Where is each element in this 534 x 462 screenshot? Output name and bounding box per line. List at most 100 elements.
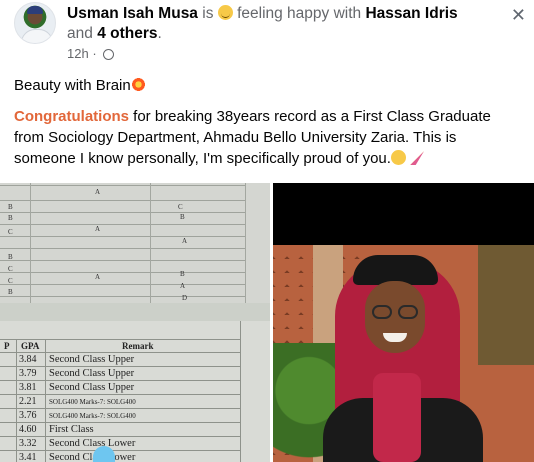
- grade-mark: C: [8, 265, 13, 273]
- sheet-line: [0, 185, 245, 186]
- grade-mark: B: [8, 203, 13, 211]
- gpa-cell: 4.60: [19, 424, 37, 435]
- post-meta: 12h ·: [67, 46, 115, 61]
- avatar-cap: [27, 6, 43, 14]
- gpa-cell: 3.81: [19, 382, 37, 393]
- table-line: [0, 408, 240, 409]
- table-line: [0, 394, 240, 395]
- author-name[interactable]: Usman Isah Musa: [67, 5, 198, 22]
- gpa-cell: 3.41: [19, 452, 37, 462]
- grade-mark: B: [8, 253, 13, 261]
- tree-trunk: [478, 245, 534, 365]
- sheet-line: [0, 260, 245, 261]
- congratulations-word[interactable]: Congratulations: [14, 108, 129, 125]
- remark-cell: Second Class Upper: [49, 368, 135, 379]
- smiling-hearts-emoji-icon: [390, 150, 406, 165]
- grade-mark: B: [180, 270, 185, 278]
- grade-mark: C: [178, 203, 183, 211]
- grade-mark: D: [182, 294, 188, 302]
- remark-cell: Second Class Upper: [49, 382, 135, 393]
- table-row: 3.41 Second Class Lower: [0, 452, 240, 462]
- time-separator: ·: [92, 46, 97, 61]
- post-time[interactable]: 12h: [67, 46, 89, 61]
- table-line: [0, 366, 240, 367]
- sheet-col-line: [30, 183, 31, 303]
- table-row: 3.76 SOLG400 Marks-7: SOLG400: [0, 410, 240, 422]
- feeling-text: feeling happy with: [237, 5, 362, 22]
- gpa-cell: 2.21: [19, 396, 37, 407]
- grade-mark: A: [180, 282, 186, 290]
- sheet-line: [0, 212, 245, 213]
- avatar-robe: [21, 29, 53, 43]
- lens-right: [398, 305, 418, 319]
- and-text: and: [67, 25, 93, 42]
- sheet-line: [0, 296, 245, 297]
- table-row: 2.21 SOLG400 Marks-7: SOLG400: [0, 396, 240, 408]
- period: .: [157, 25, 162, 42]
- glasses-icon: [368, 305, 422, 321]
- sheet-line: [0, 200, 245, 201]
- grade-mark: A: [95, 188, 101, 196]
- grade-mark: B: [8, 288, 13, 296]
- others-link[interactable]: 4 others: [97, 25, 157, 42]
- col-header-p: P: [4, 341, 10, 351]
- table-row: 3.81 Second Class Upper: [0, 382, 240, 394]
- post-headline: Usman Isah Musa is feeling happy with Ha…: [67, 4, 507, 44]
- tagged-name[interactable]: Hassan Idris: [365, 5, 457, 22]
- gpa-cell: 3.76: [19, 410, 37, 421]
- collision-emoji-icon: [130, 77, 146, 92]
- remark-cell: Second Class Lower: [49, 438, 136, 449]
- grade-mark: A: [95, 225, 101, 233]
- table-row: 3.32 Second Class Lower: [0, 438, 240, 450]
- remark-cell: SOLG400 Marks-7: SOLG400: [49, 412, 136, 420]
- hijab-front: [373, 373, 421, 462]
- close-icon[interactable]: ✕: [511, 6, 526, 24]
- party-popper-emoji-icon: [410, 151, 425, 165]
- remark-cell: First Class: [49, 424, 94, 435]
- table-line: [0, 352, 240, 353]
- gpa-cell: 3.84: [19, 354, 37, 365]
- grades-sheet-top: A B C B B A A C B A B C A B C D: [0, 183, 270, 303]
- table-line: [0, 339, 240, 340]
- gpa-cell: 3.32: [19, 438, 37, 449]
- gpa-cell: 3.79: [19, 368, 37, 379]
- post-header: Usman Isah Musa is feeling happy with Ha…: [10, 0, 534, 66]
- post-text-body: Congratulations for breaking 38years rec…: [14, 106, 519, 169]
- table-line: [0, 422, 240, 423]
- grade-mark: B: [180, 213, 185, 221]
- smiley-icon: [217, 5, 233, 20]
- grade-mark: B: [8, 214, 13, 222]
- grade-mark: C: [8, 277, 13, 285]
- graduate-portrait-photo[interactable]: [273, 183, 534, 462]
- table-col-line: [240, 321, 241, 462]
- table-row: 3.79 Second Class Upper: [0, 368, 240, 380]
- pointing-finger-marker: [93, 446, 115, 462]
- table-row: 4.60 First Class: [0, 424, 240, 436]
- grade-mark: A: [182, 237, 188, 245]
- post-text-line1: Beauty with Brain: [14, 77, 146, 94]
- remark-cell: Second Class Upper: [49, 354, 135, 365]
- sheet-line: [0, 272, 245, 273]
- sheet-line: [0, 284, 245, 285]
- table-line: [0, 450, 240, 451]
- feeling-prefix: is: [202, 5, 214, 22]
- sheet-line: [0, 224, 245, 225]
- table-line: [0, 436, 240, 437]
- col-header-remark: Remark: [122, 341, 154, 351]
- sheet-col-line: [245, 183, 246, 303]
- grade-mark: C: [8, 228, 13, 236]
- sheet-line: [0, 236, 245, 237]
- lens-left: [372, 305, 392, 319]
- grade-mark: A: [95, 273, 101, 281]
- result-sheet-photo[interactable]: A B C B B A A C B A B C A B C D P GPA Re…: [0, 183, 270, 462]
- table-line: [0, 380, 240, 381]
- remark-cell: SOLG400 Marks-7: SOLG400: [49, 398, 136, 406]
- globe-icon[interactable]: [103, 49, 115, 60]
- col-header-gpa: GPA: [21, 341, 40, 351]
- table-row: 3.84 Second Class Upper: [0, 354, 240, 366]
- caption-line1: Beauty with Brain: [14, 77, 131, 94]
- sheet-col-line: [150, 183, 151, 303]
- gpa-table: P GPA Remark 3.84 Second Class Upper 3.7…: [0, 321, 270, 462]
- author-avatar[interactable]: [14, 2, 56, 44]
- sheet-line: [0, 248, 245, 249]
